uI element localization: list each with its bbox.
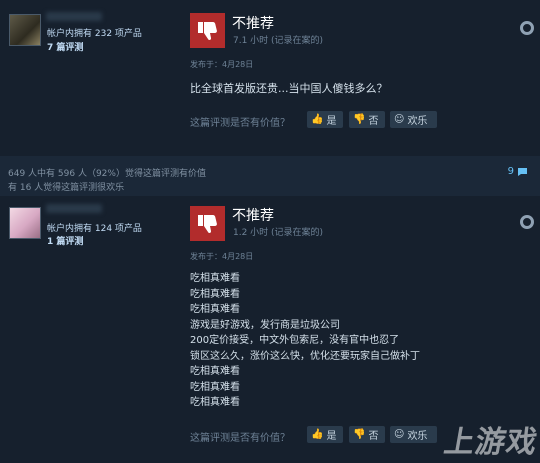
vote-no-label: 否 [368, 431, 379, 442]
comment-icon [518, 167, 527, 176]
review-count[interactable]: 7 篇评测 [47, 40, 83, 53]
helpful-summary: 649 人中有 596 人（92%）觉得这篇评测有价值 [8, 169, 206, 179]
comments-link[interactable]: 9 [508, 166, 528, 177]
steam-icon [520, 215, 534, 229]
vote-no-button[interactable]: 👎 否 [349, 426, 385, 443]
smile-icon: ☺ [394, 429, 405, 440]
review-count[interactable]: 1 篇评测 [47, 234, 83, 247]
watermark: 上游戏 [441, 425, 540, 460]
thumbs-down-icon [190, 13, 225, 48]
products-owned[interactable]: 帐户内拥有 232 项产品 [47, 26, 142, 39]
vote-funny-label: 欢乐 [407, 431, 428, 442]
username-redacted[interactable] [46, 12, 102, 21]
review-line: 游戏是好游戏，发行商是垃圾公司 [190, 319, 340, 331]
thumbs-down-icon [190, 206, 225, 241]
review-line: 吃相真难看 [190, 397, 240, 408]
avatar[interactable] [9, 207, 41, 239]
posted-date: 发布于：4月28日 [190, 60, 254, 69]
posted-date: 发布于：4月28日 [190, 252, 254, 261]
review-line: 吃相真难看 [190, 288, 240, 300]
vote-yes-label: 是 [326, 116, 337, 127]
thumbs-down-icon: 👎 [353, 429, 366, 440]
username-redacted[interactable] [46, 204, 102, 213]
thumbs-up-icon: 👍 [311, 429, 324, 440]
vote-yes-button[interactable]: 👍 是 [307, 111, 343, 128]
thumbs-down-icon: 👎 [353, 114, 366, 125]
playtime: 1.2 小时 (记录在案的) [233, 228, 324, 238]
vote-no-label: 否 [368, 116, 379, 127]
review-card: 帐户内拥有 232 项产品 7 篇评测 不推荐 7.1 小时 (记录在案的) 发… [0, 0, 540, 156]
steam-icon [520, 21, 534, 35]
review-line: 锁区这么久，涨价这么快，优化还要玩家自己做补丁 [190, 350, 420, 362]
review-line: 200定价接受，中文外包索尼，没有官中也忍了 [190, 335, 400, 346]
review-verdict: 不推荐 [232, 208, 274, 224]
products-owned[interactable]: 帐户内拥有 124 项产品 [47, 221, 142, 234]
vote-funny-button[interactable]: ☺ 欢乐 [390, 111, 437, 128]
review-line: 吃相真难看 [190, 366, 240, 377]
vote-no-button[interactable]: 👎 否 [349, 111, 385, 128]
vote-funny-button[interactable]: ☺ 欢乐 [390, 426, 437, 443]
review-verdict: 不推荐 [232, 16, 274, 32]
vote-question: 这篇评测是否有价值？ [190, 433, 290, 444]
vote-yes-button[interactable]: 👍 是 [307, 426, 343, 443]
vote-question: 这篇评测是否有价值？ [190, 118, 290, 129]
review-text: 比全球首发版还贵...当中国人傻钱多么？ [190, 82, 388, 95]
playtime: 7.1 小时 (记录在案的) [233, 36, 324, 46]
vote-yes-label: 是 [326, 431, 337, 442]
avatar[interactable] [9, 14, 41, 46]
smile-icon: ☺ [394, 114, 405, 125]
review-text: 吃相真难看 吃相真难看 吃相真难看 游戏是好游戏，发行商是垃圾公司 200定价接… [190, 271, 510, 411]
review-line: 吃相真难看 [190, 273, 240, 284]
thumbs-up-icon: 👍 [311, 114, 324, 125]
funny-summary: 有 16 人觉得这篇评测很欢乐 [8, 183, 125, 193]
review-line: 吃相真难看 [190, 381, 240, 393]
comment-count: 9 [507, 166, 514, 177]
review-line: 吃相真难看 [190, 304, 240, 315]
vote-funny-label: 欢乐 [407, 116, 428, 127]
